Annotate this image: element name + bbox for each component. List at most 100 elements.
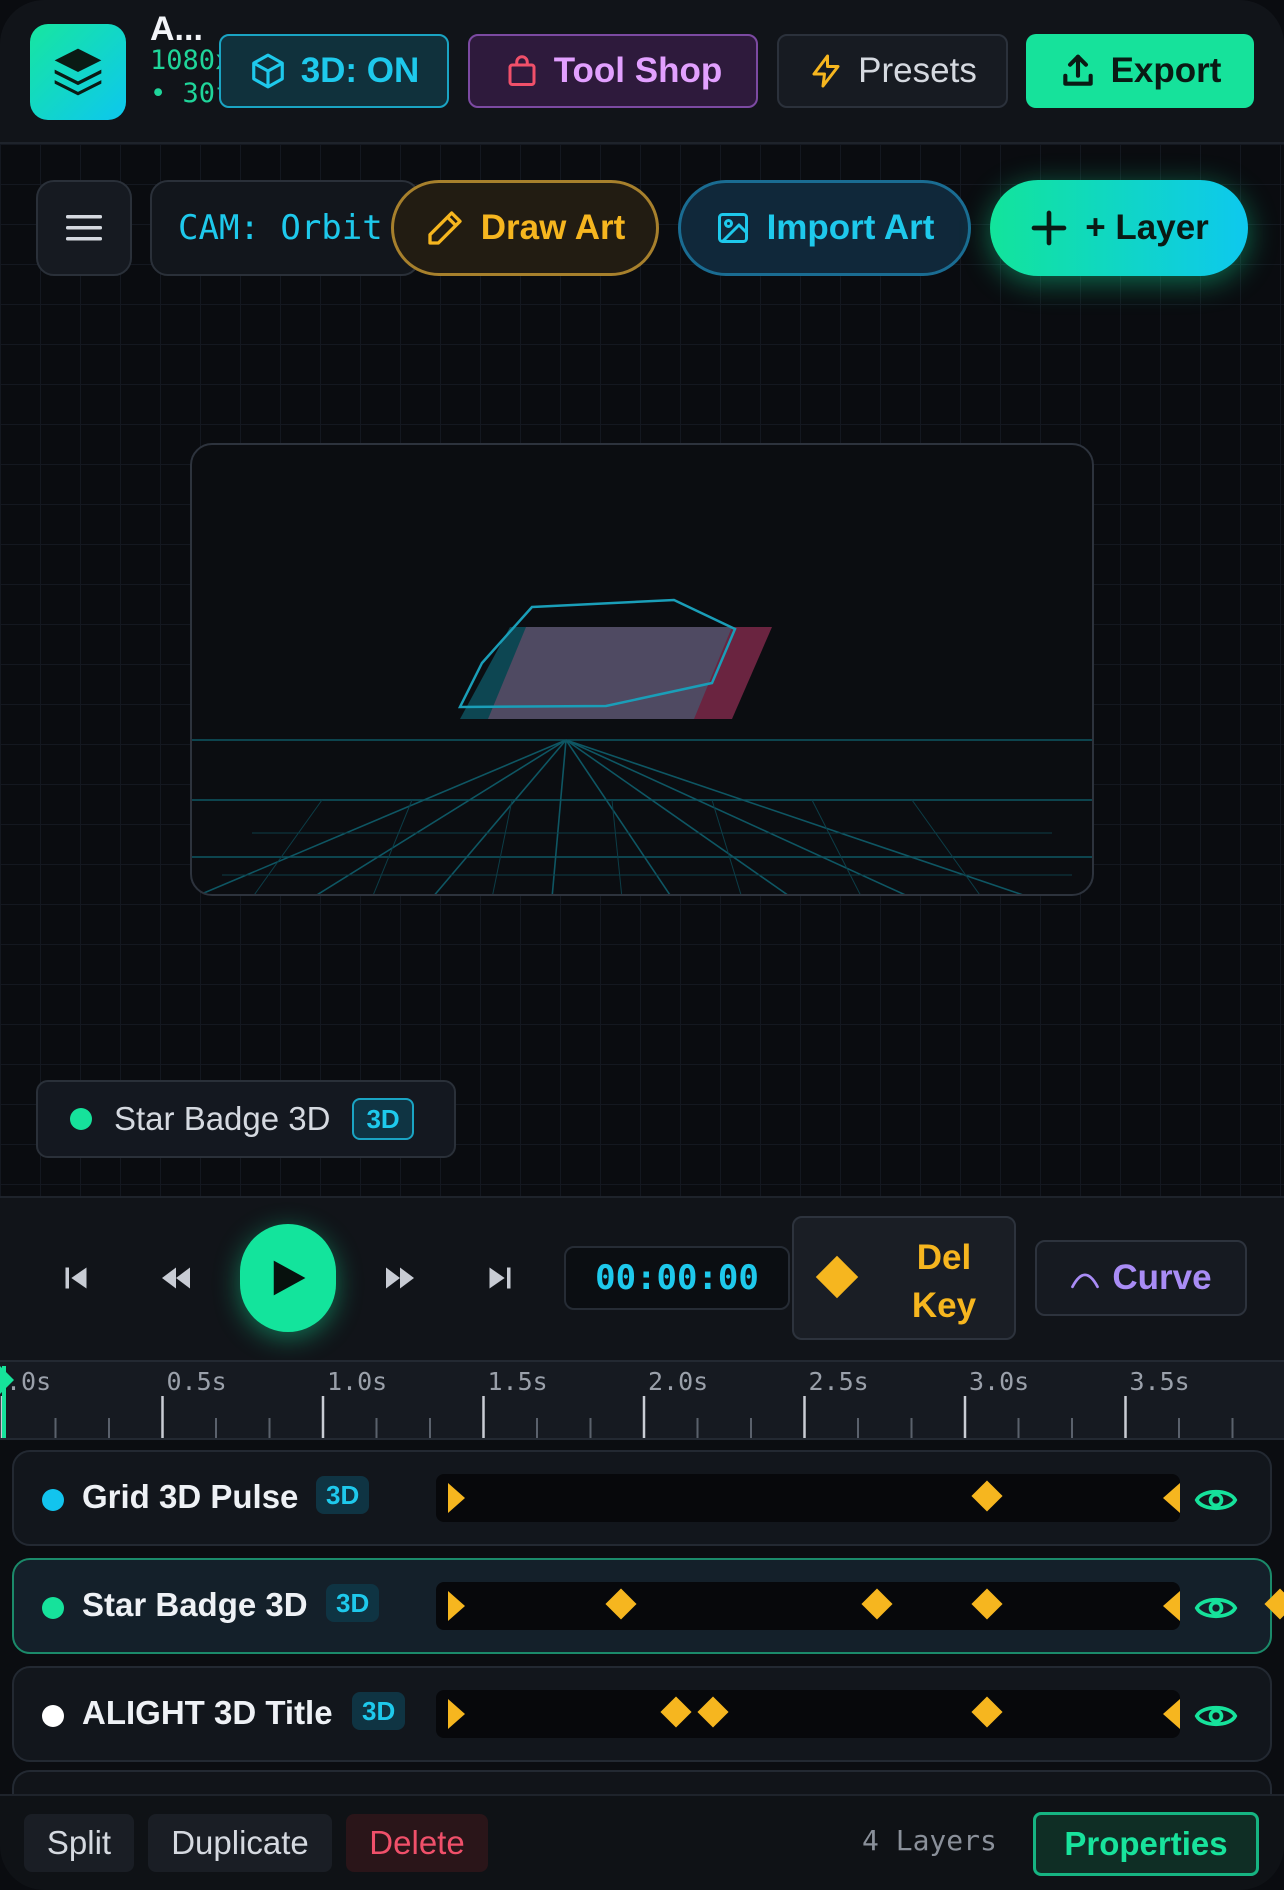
ruler-label: 1.5s — [488, 1367, 548, 1396]
keyframe-diamond[interactable] — [660, 1696, 692, 1728]
skip-start-icon — [65, 1267, 87, 1289]
selected-layer-3d-tag: 3D — [352, 1098, 414, 1140]
toggle-3d-label: 3D: ON — [300, 51, 420, 90]
track-name: ALIGHT 3D Title — [82, 1694, 333, 1731]
presets-label: Presets — [858, 51, 977, 90]
keyframe-diamond[interactable] — [971, 1696, 1003, 1728]
import-art-label: Import Art — [766, 208, 935, 247]
ruler-label: .0s — [6, 1367, 51, 1396]
top-bar: A... 1080x1080 • 30fps 3D: ON Tool Shop … — [0, 0, 1284, 144]
add-layer-button[interactable]: + Layer — [990, 180, 1248, 276]
keyframe-diamond[interactable] — [605, 1588, 637, 1620]
clip-end-handle[interactable] — [1163, 1483, 1180, 1513]
export-button[interactable]: Export — [1026, 34, 1254, 108]
fast-forward-button[interactable] — [380, 1258, 420, 1298]
track-row[interactable]: Grid 3D Pulse 3D — [12, 1450, 1272, 1546]
track-keyframe-lane[interactable] — [436, 1690, 1180, 1738]
delete-keyframe-label: Del Key — [884, 1234, 1004, 1330]
curve-icon — [1071, 1273, 1100, 1289]
selected-layer-name: Star Badge 3D — [114, 1100, 331, 1137]
camera-mode-button[interactable]: CAM: Orbit — [150, 180, 420, 276]
track-name: Star Badge 3D — [82, 1586, 308, 1623]
layer-color-dot — [70, 1108, 92, 1130]
eye-icon[interactable] — [1194, 1478, 1238, 1522]
clip-end-handle[interactable] — [1163, 1699, 1180, 1729]
clip-start-handle[interactable] — [448, 1483, 465, 1513]
app-logo[interactable] — [30, 24, 126, 120]
rewind-button[interactable] — [156, 1258, 196, 1298]
keyframe-diamond-icon — [815, 1255, 859, 1299]
layers-icon — [54, 48, 102, 96]
track-name: Grid 3D Pulse — [82, 1478, 299, 1515]
track-row[interactable]: Star Badge 3D 3D — [12, 1558, 1284, 1654]
star-badge-3d-object — [457, 598, 772, 719]
draw-art-button[interactable]: Draw Art — [391, 180, 659, 276]
cube-icon — [251, 53, 284, 89]
tool-shop-button[interactable]: Tool Shop — [468, 34, 758, 108]
ruler-label: 0.5s — [167, 1367, 227, 1396]
delete-keyframe-label-line1: Del — [916, 1238, 972, 1277]
track-color-dot — [42, 1597, 64, 1619]
keyframe-diamond[interactable] — [971, 1480, 1003, 1512]
shopping-bag-icon — [508, 55, 536, 86]
split-button[interactable]: Split — [24, 1814, 134, 1872]
lightning-icon — [812, 54, 840, 88]
curve-editor-button[interactable]: Curve — [1035, 1240, 1247, 1316]
skip-to-start-button[interactable] — [56, 1258, 96, 1298]
clip-end-handle[interactable] — [1163, 1591, 1180, 1621]
properties-button[interactable]: Properties — [1033, 1812, 1259, 1876]
tool-shop-label: Tool Shop — [553, 51, 723, 90]
delete-button[interactable]: Delete — [346, 1814, 488, 1872]
skip-to-end-button[interactable] — [480, 1258, 520, 1298]
delete-keyframe-button[interactable]: Del Key — [792, 1216, 1016, 1340]
hamburger-icon — [66, 215, 102, 241]
track-row[interactable]: ALIGHT 3D Title 3D — [12, 1666, 1272, 1762]
app-window: A... 1080x1080 • 30fps 3D: ON Tool Shop … — [0, 0, 1284, 1890]
ruler-label: 3.5s — [1130, 1367, 1190, 1396]
duplicate-button[interactable]: Duplicate — [148, 1814, 332, 1872]
floor-grid — [192, 739, 1092, 894]
eye-icon[interactable] — [1194, 1694, 1238, 1738]
track-keyframe-lane[interactable] — [436, 1474, 1180, 1522]
preview-stage[interactable] — [190, 443, 1094, 896]
plus-icon — [1031, 210, 1067, 246]
toggle-3d-button[interactable]: 3D: ON — [219, 34, 449, 108]
track-color-dot — [42, 1705, 64, 1727]
keyframe-diamond[interactable] — [1264, 1588, 1284, 1620]
ruler-ticks: .0s 0.5s 1.0s 1.5s 2.0s 2.5s 3.0s 3.5s — [0, 1366, 1234, 1438]
draw-art-label: Draw Art — [480, 208, 626, 247]
selected-layer-chip[interactable]: Star Badge 3D 3D — [36, 1080, 456, 1158]
ruler-label: 2.0s — [648, 1367, 708, 1396]
track-color-dot — [42, 1489, 64, 1511]
export-label: Export — [1110, 51, 1222, 90]
clip-start-handle[interactable] — [448, 1591, 465, 1621]
stage-scene — [192, 598, 1092, 894]
keyframe-diamond[interactable] — [971, 1588, 1003, 1620]
track-keyframe-lane[interactable] — [436, 1582, 1284, 1630]
play-icon — [273, 1260, 306, 1296]
presets-button[interactable]: Presets — [777, 34, 1008, 108]
ruler-label: 2.5s — [809, 1367, 869, 1396]
skip-end-icon — [489, 1267, 511, 1289]
fast-forward-icon — [386, 1267, 414, 1289]
time-ruler[interactable]: .0s 0.5s 1.0s 1.5s 2.0s 2.5s 3.0s 3.5s — [0, 1360, 1284, 1440]
rewind-icon — [162, 1267, 190, 1289]
keyframe-diamond[interactable] — [861, 1588, 893, 1620]
keyframe-diamond[interactable] — [696, 1696, 729, 1728]
floor-grid-fine — [222, 799, 1072, 894]
clip-start-handle[interactable] — [448, 1699, 465, 1729]
image-icon — [717, 213, 748, 243]
timecode-display: 00:00:00 — [564, 1246, 790, 1310]
add-layer-label: + Layer — [1085, 208, 1209, 247]
play-button[interactable] — [240, 1224, 336, 1332]
eye-icon[interactable] — [1194, 1586, 1238, 1630]
import-art-button[interactable]: Import Art — [678, 180, 971, 276]
pencil-icon — [428, 211, 462, 245]
upload-icon — [1062, 54, 1093, 86]
ruler-label: 1.0s — [327, 1367, 387, 1396]
ruler-label: 3.0s — [969, 1367, 1029, 1396]
layer-count: 4 Layers — [862, 1824, 997, 1857]
menu-button[interactable] — [36, 180, 132, 276]
track-3d-tag: 3D — [316, 1476, 370, 1514]
curve-editor-label: Curve — [1112, 1258, 1212, 1297]
